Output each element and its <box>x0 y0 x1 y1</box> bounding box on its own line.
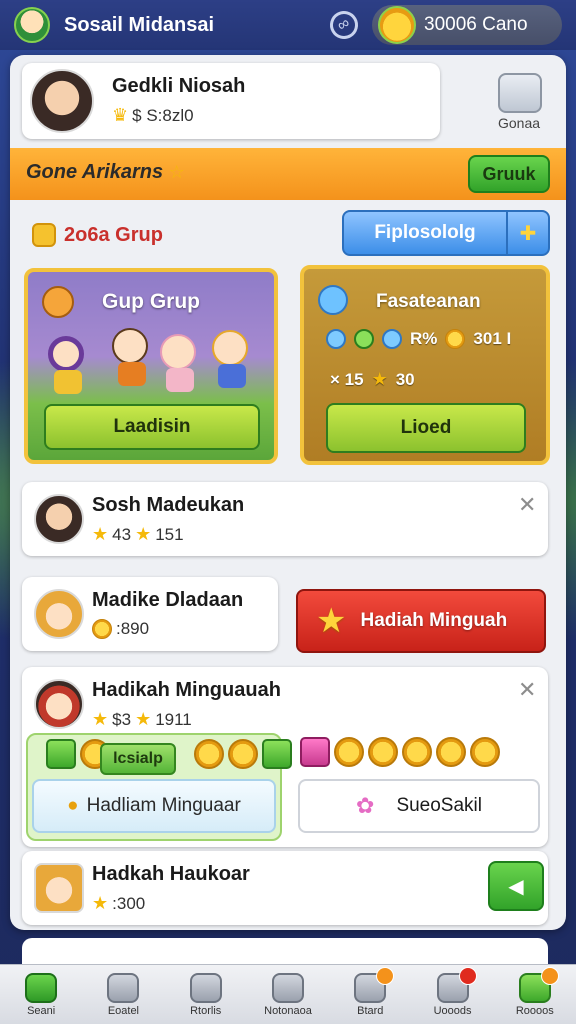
group-emblem-icon <box>42 286 74 318</box>
list-avatar <box>34 679 84 729</box>
weekly-gift-button[interactable]: ● Hadliam Minguaar <box>32 779 276 833</box>
main-panel: Gedkli Niosah ♛ $ S:8zl0 Gonaa Gone Arik… <box>10 55 566 930</box>
banner-button[interactable]: Gruuk <box>468 155 550 193</box>
character-icon <box>160 334 200 396</box>
nav-records[interactable]: Rtorlis <box>176 972 236 1017</box>
close-icon[interactable]: ✕ <box>518 492 536 518</box>
group-card-title: Fasateanan <box>376 291 481 312</box>
list-item[interactable]: Hadkah Haukoar ★:300 ◀ <box>22 851 548 925</box>
list-item-stat: ★:300 <box>92 893 146 913</box>
nav-goods[interactable]: Uooods <box>423 966 483 1017</box>
group-section-label: 2o6a Grup <box>32 223 163 247</box>
character-icon <box>112 328 152 390</box>
nav-social[interactable]: Eoatel <box>93 972 153 1017</box>
home-icon <box>25 972 58 1003</box>
profile-card[interactable]: Gedkli Niosah ♛ $ S:8zl0 <box>22 63 440 139</box>
list-avatar <box>34 589 84 639</box>
star-icon: ★ <box>316 602 347 640</box>
top-bar: Sosail Midansai ∞ 30006 Cano <box>0 0 576 50</box>
list-item[interactable]: Sosh Madeukan ★ 43 ★ 151 ✕ <box>22 482 548 556</box>
bottom-nav: Seani Eoatel Rtorlis Notonaoa Btard Uooo… <box>0 964 576 1024</box>
game-icon[interactable] <box>498 73 542 113</box>
notification-badge <box>458 966 477 985</box>
coin-mascot-icon <box>378 6 416 44</box>
notification-badge <box>376 966 395 985</box>
filter-button[interactable]: Fiplosololg ✚ <box>342 210 550 256</box>
profile-avatar <box>30 69 94 133</box>
smiley-icon <box>32 223 56 247</box>
nav-notifications[interactable]: Notonaoa <box>258 972 318 1017</box>
group-emblem-icon <box>318 285 348 315</box>
group-stat-score: × 15 ★ 30 <box>330 369 415 389</box>
game-label: Gonaa <box>498 115 541 131</box>
app-avatar-icon[interactable] <box>14 7 50 43</box>
close-icon[interactable]: ✕ <box>518 677 536 703</box>
link-icon[interactable]: ∞ <box>324 5 364 45</box>
coin-balance[interactable]: 30006 Cano <box>372 5 562 45</box>
balloon-icon: ● <box>67 795 79 816</box>
character-icon <box>48 336 88 398</box>
plus-icon: ✚ <box>506 212 548 254</box>
bag-icon <box>107 972 140 1003</box>
list-item-name: Hadikah Minguauah <box>92 679 281 701</box>
game-banner: Gone Arikarns ☆ Gruuk <box>10 148 566 200</box>
success-button[interactable]: ✿ SueoSakil <box>298 779 540 833</box>
nav-rooms[interactable]: Roooos <box>505 966 565 1017</box>
list-item-stat: ★ 43 ★ 151 <box>92 524 184 544</box>
reward-strip-right <box>300 737 500 767</box>
tree-icon <box>271 972 304 1003</box>
flower-icon: ✿ <box>356 793 375 818</box>
list-item-stat: :890 <box>92 619 149 639</box>
list-item-stat: ★ $3 ★ 1911 <box>92 709 192 729</box>
list-item[interactable]: Madike Dladaan :890 <box>22 577 278 651</box>
star-icon: ☆ <box>168 162 185 182</box>
list-item-name: Hadkah Haukoar <box>92 863 250 885</box>
list-avatar <box>34 494 84 544</box>
reward-tag: lcsialp <box>100 743 176 775</box>
group-join-button[interactable]: Laadisin <box>44 404 260 450</box>
back-arrow-button[interactable]: ◀ <box>488 861 544 911</box>
profile-stat: ♛ $ S:8zl0 <box>112 105 194 125</box>
list-item-name: Madike Dladaan <box>92 589 244 611</box>
group-load-button[interactable]: Lioed <box>326 403 526 453</box>
crown-icon: ♛ <box>112 105 129 125</box>
app-title: Sosail Midansai <box>64 13 215 36</box>
character-icon <box>212 330 252 392</box>
notification-badge <box>540 966 559 985</box>
list-item-name: Sosh Madeukan <box>92 494 245 516</box>
nav-board[interactable]: Btard <box>340 966 400 1017</box>
group-card-left[interactable]: Gup Grup Laadisin <box>24 268 278 464</box>
group-card-title: Gup Grup <box>102 290 200 313</box>
pig-icon <box>189 972 222 1003</box>
coin-balance-text: 30006 Cano <box>424 14 528 35</box>
group-card-right[interactable]: Fasateanan R% 301 I × 15 ★ 30 Lioed <box>300 265 550 465</box>
weekly-reward-button[interactable]: ★ Hadiah Minguah <box>296 589 546 653</box>
group-stat-members: R% 301 I <box>326 329 511 349</box>
list-avatar <box>34 863 84 913</box>
nav-home[interactable]: Seani <box>11 972 71 1017</box>
profile-name: Gedkli Niosah <box>112 75 246 97</box>
banner-title: Gone Arikarns ☆ <box>26 161 185 183</box>
